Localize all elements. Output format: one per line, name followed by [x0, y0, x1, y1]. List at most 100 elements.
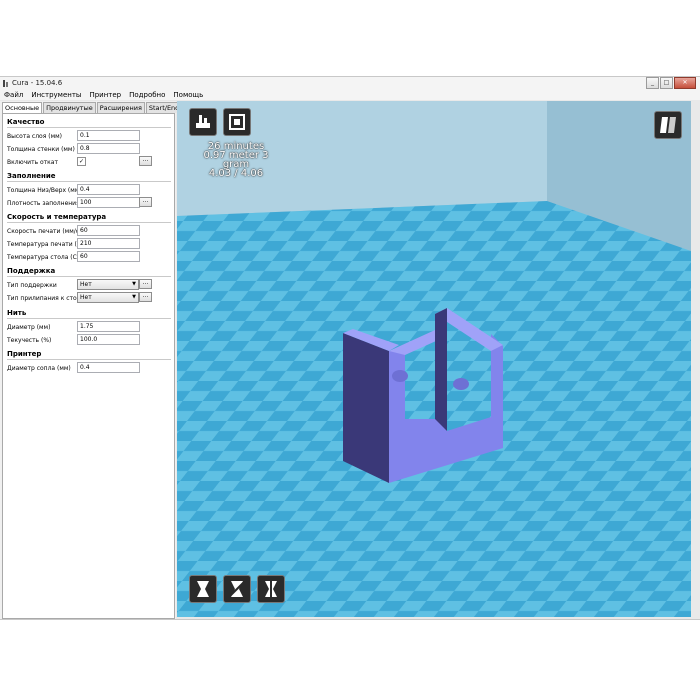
- retraction-more-button[interactable]: ...: [139, 156, 152, 166]
- print-temp-input[interactable]: 210: [77, 238, 140, 249]
- model-hole: [392, 370, 408, 382]
- bed-temp-row: Температура стола (С) 60: [7, 251, 171, 264]
- fill-density-input[interactable]: 100: [77, 197, 140, 208]
- wall-thickness-input[interactable]: 0.8: [77, 143, 140, 154]
- chevron-down-icon: ▼: [132, 294, 136, 300]
- section-divider: [7, 222, 171, 223]
- tab-plugins[interactable]: Расширения: [96, 102, 145, 113]
- maximize-button[interactable]: □: [660, 77, 673, 89]
- model-rail-side: [435, 308, 447, 431]
- build-plate: [177, 201, 691, 617]
- section-title: Качество: [7, 118, 45, 126]
- scale-button[interactable]: [223, 575, 251, 603]
- wall-thickness-row: Толщина стенки (мм) 0.8: [7, 143, 171, 156]
- rotate-icon: [197, 581, 209, 597]
- print-stats: 26 minutes 0.97 meter 3 gram 4.03 / 4.06: [193, 142, 279, 179]
- support-more-button[interactable]: ...: [139, 279, 152, 289]
- print-temp-label: Температура печати (С): [7, 241, 84, 248]
- adhesion-more-button[interactable]: ...: [139, 292, 152, 302]
- print-temp-row: Температура печати (С) 210: [7, 238, 171, 251]
- menu-tools[interactable]: Инструменты: [27, 90, 85, 100]
- chevron-down-icon: ▼: [132, 281, 136, 287]
- 3d-viewport[interactable]: 26 minutes 0.97 meter 3 gram 4.03 / 4.06: [177, 101, 691, 617]
- view-mode-icon: [660, 117, 676, 133]
- minimize-button[interactable]: _: [646, 77, 659, 89]
- section-title: Принтер: [7, 350, 42, 358]
- layer-height-row: Высота слоя (мм) 0.1: [7, 130, 171, 143]
- section-filament: Нить Диаметр (мм) 1.75 Текучесть (%) 100…: [7, 309, 171, 347]
- load-model-icon: [196, 115, 210, 128]
- fill-density-label: Плотность заполнения: [7, 200, 80, 207]
- diameter-row: Диаметр (мм) 1.75: [7, 321, 171, 334]
- section-divider: [7, 318, 171, 319]
- print-speed-row: Скорость печати (мм/с) 60: [7, 225, 171, 238]
- section-title: Поддержка: [7, 267, 56, 275]
- bottom-top-row: Толщина Низ/Верх (мм) 0.4: [7, 184, 171, 197]
- diameter-input[interactable]: 1.75: [77, 321, 140, 332]
- menu-bar: Файл Инструменты Принтер Подробно Помощь: [0, 90, 700, 100]
- flow-input[interactable]: 100.0: [77, 334, 140, 345]
- layer-height-input[interactable]: 0.1: [77, 130, 140, 141]
- bottom-top-input[interactable]: 0.4: [77, 184, 140, 195]
- section-title: Скорость и температура: [7, 213, 107, 221]
- close-button[interactable]: ✕: [674, 77, 696, 89]
- rotate-button[interactable]: [189, 575, 217, 603]
- section-machine: Принтер Диаметр сопла (мм) 0.4: [7, 350, 171, 375]
- diameter-label: Диаметр (мм): [7, 324, 51, 331]
- retraction-checkbox[interactable]: ✓: [77, 157, 86, 166]
- section-title: Заполнение: [7, 172, 56, 180]
- print-cost: 4.03 / 4.06: [208, 168, 264, 179]
- nozzle-label: Диаметр сопла (мм): [7, 365, 71, 372]
- support-type-label: Тип поддержки: [7, 282, 57, 289]
- section-support: Поддержка Тип поддержки Нет ▼ ... Тип при…: [7, 267, 171, 305]
- settings-content: Качество Высота слоя (мм) 0.1 Толщина ст…: [2, 113, 175, 619]
- print-speed-label: Скорость печати (мм/с): [7, 228, 82, 235]
- nozzle-input[interactable]: 0.4: [77, 362, 140, 373]
- retraction-row: Включить откат ✓ ...: [7, 156, 171, 169]
- save-toolpath-icon: [229, 114, 245, 130]
- settings-panel: Основные Продвинутые Расширения Start/En…: [0, 101, 207, 619]
- filament-usage: 0.97 meter 3 gram: [203, 150, 269, 170]
- menu-file[interactable]: Файл: [0, 90, 27, 100]
- model-left-face: [343, 333, 389, 483]
- retraction-label: Включить откат: [7, 159, 58, 166]
- section-speed: Скорость и температура Скорость печати (…: [7, 213, 171, 264]
- fill-more-button[interactable]: ...: [139, 197, 152, 207]
- scale-icon: [228, 580, 246, 598]
- support-type-select[interactable]: Нет ▼: [77, 279, 139, 290]
- menu-machine[interactable]: Принтер: [85, 90, 125, 100]
- bottom-top-label: Толщина Низ/Верх (мм): [7, 187, 82, 194]
- bed-temp-input[interactable]: 60: [77, 251, 140, 262]
- section-divider: [7, 359, 171, 360]
- right-edge: [691, 101, 700, 617]
- section-fill: Заполнение Толщина Низ/Верх (мм) 0.4 Пло…: [7, 172, 171, 210]
- save-toolpath-button[interactable]: [223, 108, 251, 136]
- mirror-icon: [265, 580, 277, 598]
- mirror-button[interactable]: [257, 575, 285, 603]
- layer-height-label: Высота слоя (мм): [7, 133, 62, 140]
- adhesion-select[interactable]: Нет ▼: [77, 292, 139, 303]
- section-quality: Качество Высота слоя (мм) 0.1 Толщина ст…: [7, 118, 171, 169]
- load-model-button[interactable]: [189, 108, 217, 136]
- support-type-row: Тип поддержки Нет ▼ ...: [7, 279, 171, 292]
- support-type-value: Нет: [80, 281, 92, 288]
- print-speed-input[interactable]: 60: [77, 225, 140, 236]
- tab-advanced[interactable]: Продвинутые: [43, 102, 96, 113]
- section-title: Нить: [7, 309, 27, 317]
- menu-expert[interactable]: Подробно: [125, 90, 169, 100]
- model-hole: [453, 378, 469, 390]
- title-bar: Cura - 15.04.6 _ □ ✕: [0, 77, 700, 91]
- view-mode-button[interactable]: [654, 111, 682, 139]
- adhesion-label: Тип прилипания к столу: [7, 295, 85, 302]
- window-title: Cura - 15.04.6: [12, 79, 63, 87]
- section-divider: [7, 181, 171, 182]
- flow-label: Текучесть (%): [7, 337, 52, 344]
- fill-density-row: Плотность заполнения 100 ...: [7, 197, 171, 210]
- bed-temp-label: Температура стола (С): [7, 254, 80, 261]
- section-divider: [7, 276, 171, 277]
- adhesion-row: Тип прилипания к столу Нет ▼ ...: [7, 292, 171, 305]
- menu-help[interactable]: Помощь: [169, 90, 207, 100]
- section-divider: [7, 127, 171, 128]
- adhesion-value: Нет: [80, 294, 92, 301]
- flow-row: Текучесть (%) 100.0: [7, 334, 171, 347]
